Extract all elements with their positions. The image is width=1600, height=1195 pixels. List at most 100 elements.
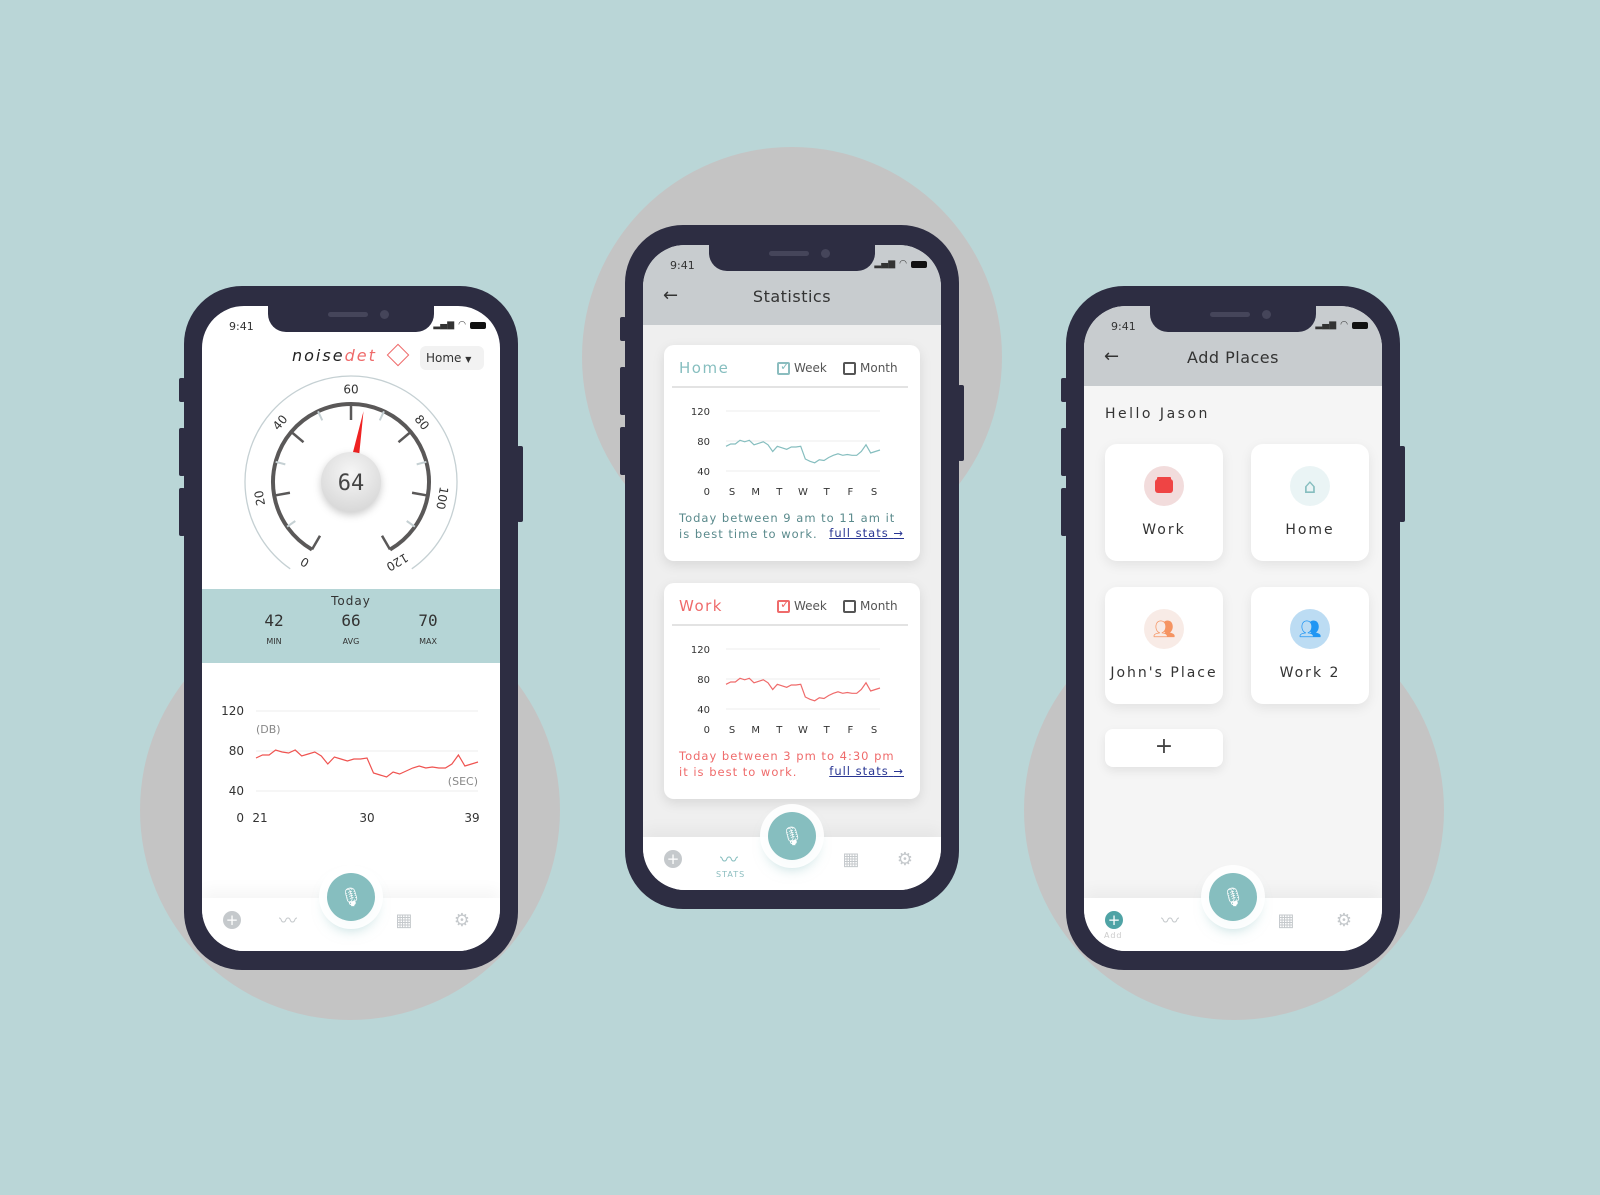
gauge-tick bbox=[310, 535, 322, 551]
caret-down-icon: ▼ bbox=[465, 355, 472, 364]
y-tick-label: 0 bbox=[236, 811, 244, 825]
meter-screen: 9:41 ▂▄▆ ◠ noisedet Home ▼ 0 20 40 60 80 100 12… bbox=[202, 306, 500, 951]
data-line bbox=[255, 749, 479, 778]
stats-pulse-icon[interactable]: 〰 bbox=[276, 908, 300, 932]
gauge-tick bbox=[411, 491, 429, 497]
gauge-needle bbox=[352, 411, 364, 456]
y-tick-label: 0 bbox=[704, 725, 710, 736]
arrow-right-icon: → bbox=[893, 764, 904, 778]
avg-label: AVG bbox=[342, 637, 360, 646]
phone-meter: 9:41 ▂▄▆ ◠ noisedet Home ▼ 0 20 40 60 80 100 12… bbox=[179, 286, 523, 970]
gauge-tick bbox=[380, 535, 392, 551]
x-tick-label: W bbox=[798, 487, 808, 498]
x-tick-label: 21 bbox=[252, 811, 267, 825]
gauge-tick-label: 100 bbox=[433, 486, 451, 511]
live-chart: 120 80 40 0 21 30 39 (DB) (SEC) bbox=[221, 704, 480, 825]
x-axis-unit: (SEC) bbox=[448, 775, 478, 788]
y-tick-label: 0 bbox=[704, 487, 710, 498]
place-label: Home bbox=[1285, 522, 1335, 538]
add-icon[interactable]: + bbox=[661, 847, 685, 871]
max-value: 70 bbox=[418, 611, 438, 630]
card-title: Home bbox=[679, 359, 730, 377]
calendar-icon[interactable]: ▦ bbox=[1274, 908, 1298, 932]
greeting: Hello Jason bbox=[1105, 406, 1210, 422]
status-icons: ▂▄▆ ◠ bbox=[1315, 320, 1368, 330]
stats-pulse-icon[interactable]: 〰 bbox=[1158, 908, 1182, 932]
people-icon: 👥︎ bbox=[1298, 618, 1322, 640]
today-panel: Today 42 MIN 66 AVG 70 MAX bbox=[202, 589, 500, 663]
week-checkbox[interactable]: ✓ Week bbox=[777, 597, 827, 613]
gauge-tick bbox=[397, 430, 412, 444]
record-mic-button[interactable]: 🎙︎ bbox=[327, 873, 375, 921]
page-title: Statistics bbox=[752, 287, 832, 306]
phone-add-places: ← Add Places 9:41 ▂▄▆ ◠ Hello Jason Work … bbox=[1061, 286, 1405, 970]
x-tick-label: T bbox=[823, 487, 831, 498]
stats-card-home: Home ✓ Week Month 120 80 40 0 S M T W T F S Today b… bbox=[664, 345, 920, 561]
settings-gear-icon[interactable]: ⚙ bbox=[893, 847, 917, 871]
week-chart: 120 80 40 0 S M T W T F S bbox=[691, 407, 881, 498]
x-tick-label: S bbox=[729, 725, 735, 736]
month-checkbox[interactable]: Month bbox=[843, 599, 898, 613]
house-icon: ⌂ bbox=[1303, 474, 1317, 498]
gauge-tick-label: 80 bbox=[412, 412, 433, 433]
gauge-tick-label: 120 bbox=[384, 550, 411, 574]
gauge-tick bbox=[273, 491, 291, 497]
nav-label-stats: STATS bbox=[716, 870, 746, 879]
full-stats-link[interactable]: full stats → bbox=[829, 764, 904, 778]
x-tick-label: T bbox=[823, 725, 831, 736]
status-icons: ▂▄▆ ◠ bbox=[433, 320, 486, 330]
record-mic-button[interactable]: 🎙︎ bbox=[1209, 873, 1257, 921]
microphone-icon: 🎙︎ bbox=[339, 886, 363, 908]
data-line bbox=[725, 439, 881, 464]
gauge-tick-label: 40 bbox=[270, 412, 291, 433]
x-tick-label: S bbox=[729, 487, 735, 498]
add-icon[interactable]: + bbox=[220, 908, 244, 932]
x-tick-label: T bbox=[775, 725, 783, 736]
status-time: 9:41 bbox=[670, 259, 695, 272]
gauge: 0 20 40 60 80 100 120 64 bbox=[244, 375, 458, 574]
gauge-tick bbox=[378, 410, 385, 421]
status-icons: ▂▄▆ ◠ bbox=[874, 259, 927, 269]
place-card-johns-place[interactable]: 👥︎ John's Place bbox=[1105, 587, 1223, 704]
gauge-tick bbox=[406, 520, 416, 528]
place-label: John's Place bbox=[1110, 665, 1218, 681]
checkbox-empty-icon bbox=[843, 361, 856, 375]
gauge-tick-label: 0 bbox=[298, 554, 312, 570]
month-checkbox[interactable]: Month bbox=[843, 361, 898, 375]
min-value: 42 bbox=[264, 611, 284, 630]
statistics-screen: ← Statistics 9:41 ▂▄▆ ◠ Home ✓ Week Month … bbox=[643, 245, 941, 890]
checkbox-checked-icon: ✓ bbox=[777, 597, 790, 613]
phone-statistics: ← Statistics 9:41 ▂▄▆ ◠ Home ✓ Week Month … bbox=[620, 225, 964, 909]
full-stats-link[interactable]: full stats → bbox=[829, 526, 904, 540]
divider bbox=[672, 624, 908, 626]
week-label: Week bbox=[794, 599, 827, 613]
x-tick-label: T bbox=[775, 487, 783, 498]
x-tick-label: S bbox=[871, 725, 877, 736]
stats-pulse-icon[interactable]: 〰 bbox=[717, 847, 741, 871]
place-card-home[interactable]: ⌂ Home bbox=[1251, 444, 1369, 561]
nav-label-add: Add bbox=[1104, 931, 1123, 940]
week-chart: 120 80 40 0 S M T W T F S bbox=[691, 645, 881, 736]
y-tick-label: 120 bbox=[691, 645, 710, 656]
gauge-tick-label: 60 bbox=[343, 383, 358, 397]
add-icon[interactable]: + bbox=[1102, 908, 1126, 932]
place-card-work-2[interactable]: 👥︎ Work 2 bbox=[1251, 587, 1369, 704]
settings-gear-icon[interactable]: ⚙ bbox=[450, 908, 474, 932]
y-tick-label: 40 bbox=[697, 467, 710, 478]
gauge-tick-label: 20 bbox=[252, 489, 268, 506]
place-label: Work 2 bbox=[1279, 665, 1341, 681]
record-mic-button[interactable]: 🎙︎ bbox=[768, 812, 816, 860]
calendar-icon[interactable]: ▦ bbox=[392, 908, 416, 932]
place-card-work[interactable]: Work bbox=[1105, 444, 1223, 561]
x-tick-label: 39 bbox=[464, 811, 479, 825]
x-tick-label: M bbox=[751, 725, 760, 736]
settings-gear-icon[interactable]: ⚙ bbox=[1332, 908, 1356, 932]
gauge-tick bbox=[286, 520, 296, 528]
calendar-icon[interactable]: ▦ bbox=[839, 847, 863, 871]
week-label: Week bbox=[794, 361, 827, 375]
y-tick-label: 40 bbox=[229, 784, 244, 798]
people-icon: 👥︎ bbox=[1152, 618, 1176, 640]
week-checkbox[interactable]: ✓ Week bbox=[777, 359, 827, 375]
add-place-button[interactable]: + bbox=[1105, 729, 1223, 767]
x-tick-label: M bbox=[751, 487, 760, 498]
